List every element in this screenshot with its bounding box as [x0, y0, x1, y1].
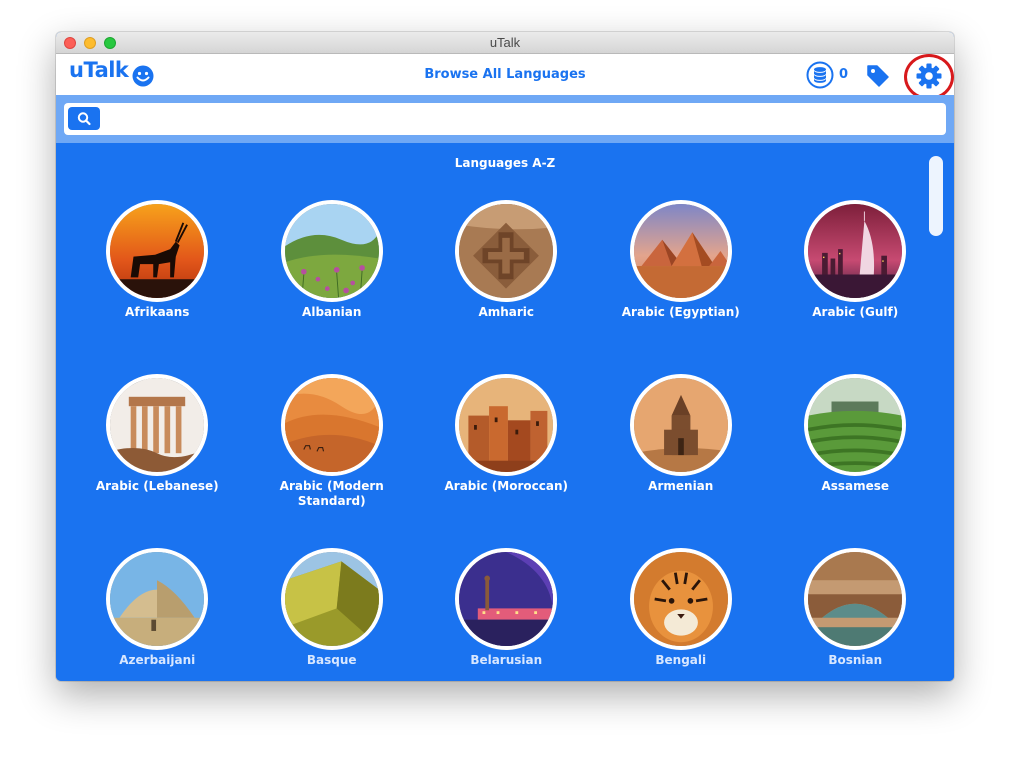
language-tile-arabic-moroccan[interactable]: Arabic (Moroccan) — [419, 374, 594, 548]
app-window: uTalk uTalk Browse All Languages 0 Langu… — [56, 32, 954, 681]
language-label: Bengali — [655, 653, 707, 667]
meadow-hills-image — [284, 204, 379, 298]
rock-church-image — [459, 204, 553, 298]
language-label: Arabic (Moroccan) — [444, 479, 568, 493]
price-tag-icon[interactable] — [866, 63, 890, 87]
language-label: Arabic (Egyptian) — [621, 305, 740, 319]
language-label: Arabic (Modern Standard) — [279, 479, 384, 508]
language-tile-arabic-modern-standard[interactable]: Arabic (Modern Standard) — [245, 374, 420, 548]
language-tile-assamese[interactable]: Assamese — [768, 374, 943, 548]
tea-plantation-image — [808, 378, 902, 472]
language-label: Afrikaans — [125, 305, 190, 319]
search-icon — [77, 112, 91, 126]
kasbah-image — [459, 378, 553, 472]
search-bar — [56, 95, 954, 143]
language-tile-albanian[interactable]: Albanian — [245, 200, 420, 374]
coins-icon[interactable] — [806, 61, 834, 89]
language-tile-amharic[interactable]: Amharic — [419, 200, 594, 374]
oryx-sunset-image — [110, 204, 204, 298]
language-label: Armenian — [648, 479, 714, 493]
night-statue-image — [459, 552, 553, 646]
language-tile-belarusian[interactable]: Belarusian — [419, 548, 594, 681]
coins-count: 0 — [839, 67, 849, 82]
language-label: Azerbaijani — [119, 653, 196, 667]
burj-skyline-image — [808, 204, 902, 298]
desert-dunes-image — [284, 378, 379, 472]
language-label: Albanian — [302, 305, 362, 319]
window-title: uTalk — [489, 35, 521, 50]
language-tile-bengali[interactable]: Bengali — [594, 548, 769, 681]
language-tile-armenian[interactable]: Armenian — [594, 374, 769, 548]
search-field — [64, 103, 946, 135]
pyramids-image — [633, 204, 728, 298]
language-tile-arabic-gulf[interactable]: Arabic (Gulf) — [768, 200, 943, 374]
language-label: Amharic — [478, 305, 535, 319]
language-tile-arabic-egyptian[interactable]: Arabic (Egyptian) — [594, 200, 769, 374]
language-tile-basque[interactable]: Basque — [245, 548, 420, 681]
search-button[interactable] — [68, 107, 100, 130]
monastery-image — [633, 378, 728, 472]
search-input[interactable] — [106, 107, 936, 131]
section-title: Languages A-Z — [454, 156, 556, 170]
language-tile-arabic-lebanese[interactable]: Arabic (Lebanese) — [70, 374, 245, 548]
language-label: Arabic (Lebanese) — [95, 479, 219, 493]
language-label: Belarusian — [470, 653, 543, 667]
language-tile-azerbaijani[interactable]: Azerbaijani — [70, 548, 245, 681]
language-tile-bosnian[interactable]: Bosnian — [768, 548, 943, 681]
old-bridge-image — [808, 552, 902, 646]
roman-columns-image — [110, 378, 204, 472]
tiger-image — [633, 552, 728, 646]
language-label: Assamese — [821, 479, 890, 493]
dome-image — [110, 552, 204, 646]
title-bar: uTalk — [56, 32, 954, 54]
language-tile-afrikaans[interactable]: Afrikaans — [70, 200, 245, 374]
language-grid: Afrikaans Albanian Amharic Arabic (Egypt… — [70, 200, 942, 681]
language-label: Arabic (Gulf) — [812, 305, 899, 319]
languages-list: Languages A-Z Afrikaans Albanian Amharic… — [56, 143, 954, 681]
golden-facade-image — [284, 552, 379, 646]
language-label: Basque — [306, 653, 357, 667]
language-label: Bosnian — [828, 653, 883, 667]
app-header: uTalk Browse All Languages 0 — [56, 54, 954, 100]
settings-gear-icon[interactable] — [916, 63, 942, 89]
